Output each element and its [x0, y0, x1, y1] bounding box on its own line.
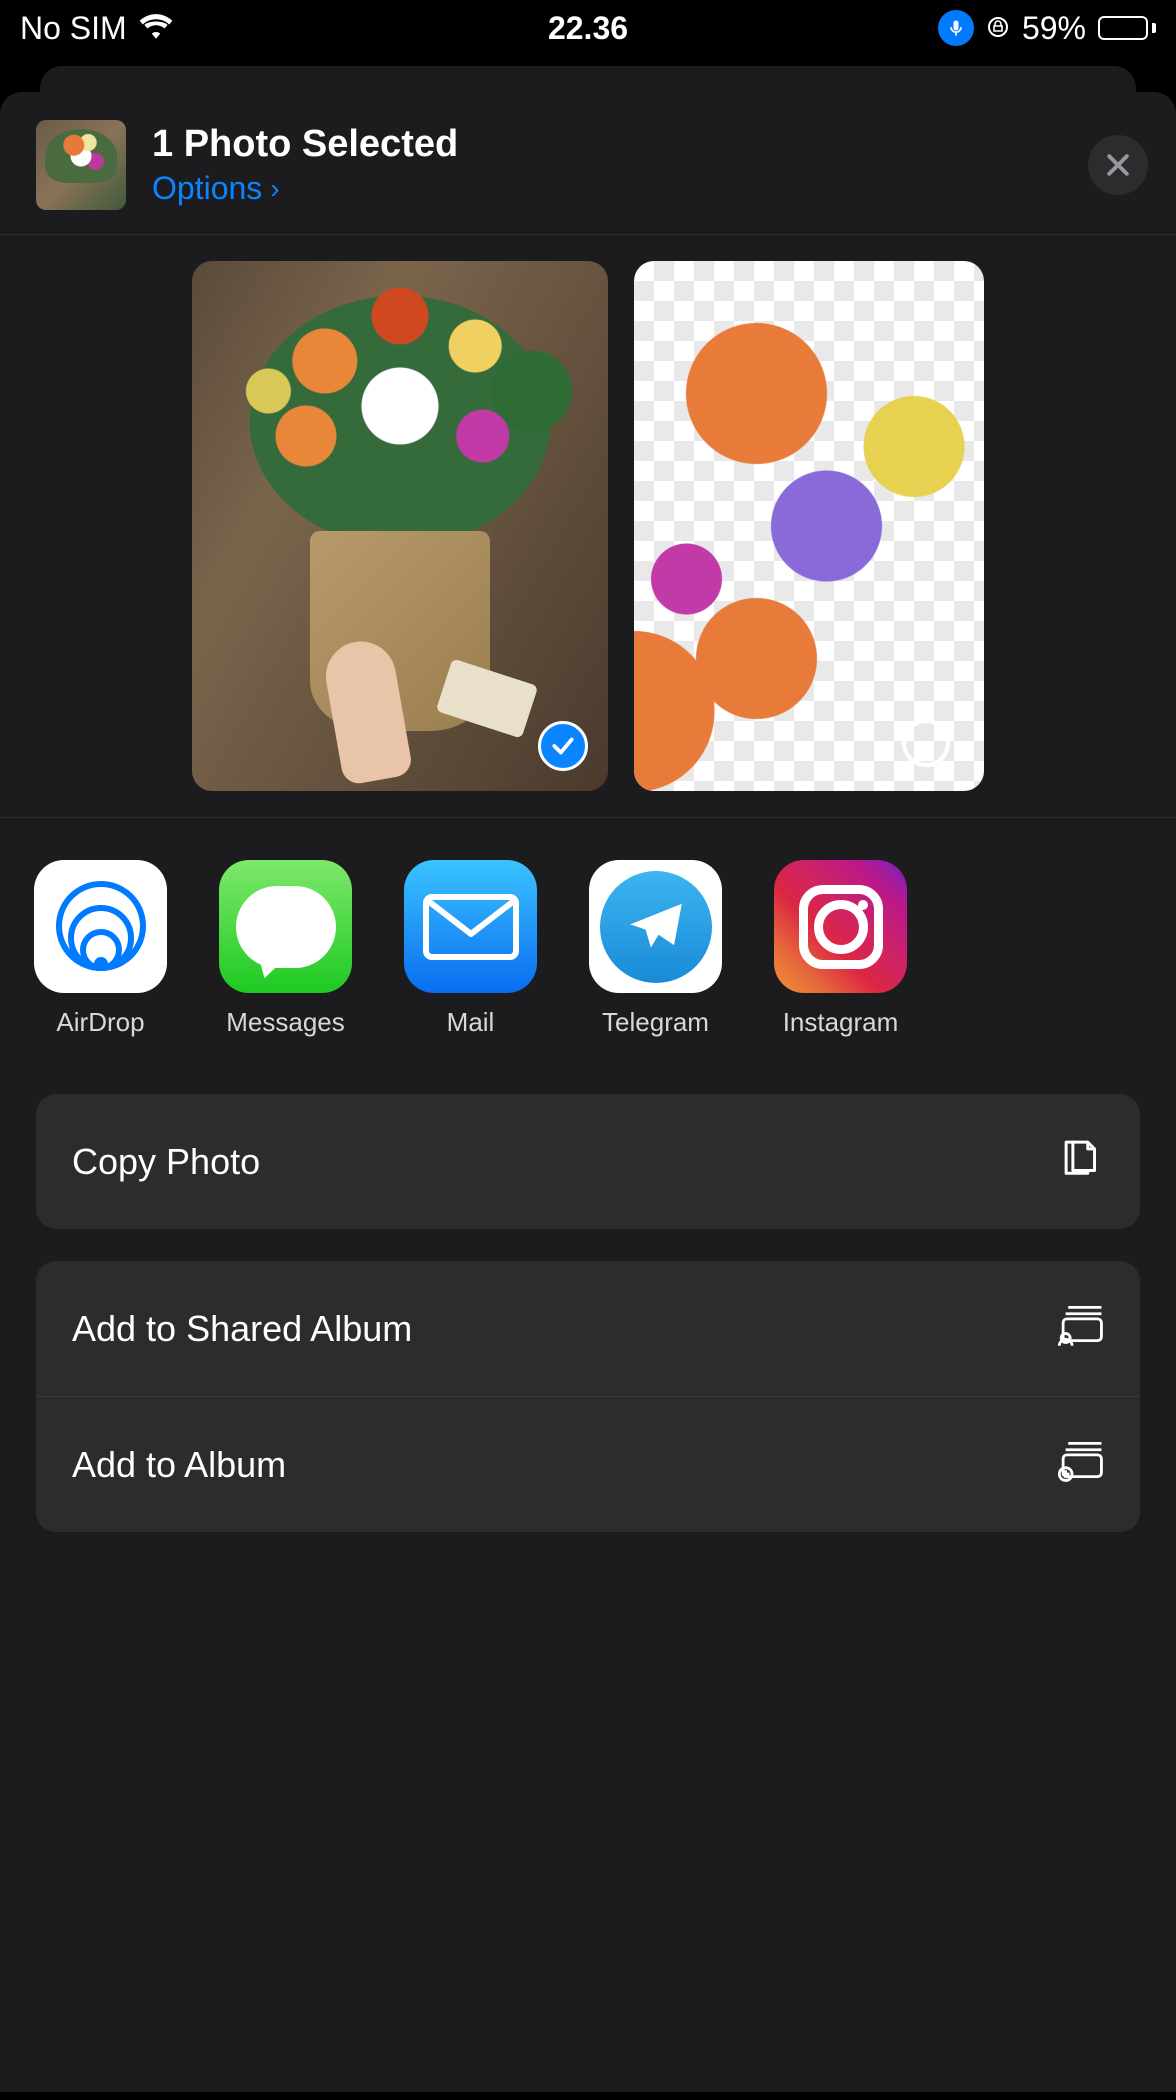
- options-label: Options: [152, 170, 262, 207]
- photo-strip[interactable]: [0, 235, 1176, 818]
- telegram-icon: [589, 860, 722, 993]
- action-label: Add to Album: [72, 1444, 286, 1486]
- action-label: Copy Photo: [72, 1141, 260, 1183]
- status-left: No SIM: [20, 10, 173, 47]
- photo-thumbnail-selected[interactable]: [192, 261, 608, 791]
- photo-thumbnail-unselected[interactable]: [634, 261, 984, 791]
- action-group-2: Add to Shared Album Add to Album: [36, 1261, 1140, 1532]
- app-label: Mail: [447, 1007, 495, 1038]
- close-button[interactable]: [1088, 135, 1148, 195]
- app-label: Telegram: [602, 1007, 709, 1038]
- wifi-icon: [139, 10, 173, 47]
- instagram-icon: [774, 860, 907, 993]
- orientation-lock-icon: [986, 10, 1010, 47]
- share-app-airdrop[interactable]: AirDrop: [34, 860, 167, 1038]
- action-group-1: Copy Photo: [36, 1094, 1140, 1229]
- status-right: 59%: [938, 10, 1156, 47]
- app-label: Messages: [226, 1007, 345, 1038]
- share-app-mail[interactable]: Mail: [404, 860, 537, 1038]
- airdrop-icon: [34, 860, 167, 993]
- app-label: Instagram: [783, 1007, 899, 1038]
- share-app-telegram[interactable]: Telegram: [589, 860, 722, 1038]
- close-icon: [1103, 150, 1133, 180]
- header-thumbnail: [36, 120, 126, 210]
- carrier-label: No SIM: [20, 10, 127, 47]
- app-row[interactable]: AirDrop Messages Mail Telegram: [0, 818, 1176, 1080]
- share-sheet: 1 Photo Selected Options ›: [0, 92, 1176, 2092]
- share-app-instagram[interactable]: Instagram: [774, 860, 907, 1038]
- action-add-shared-album[interactable]: Add to Shared Album: [36, 1261, 1140, 1397]
- messages-icon: [219, 860, 352, 993]
- shared-album-icon: [1058, 1301, 1104, 1356]
- status-bar: No SIM 22.36 59%: [0, 0, 1176, 56]
- header-title: 1 Photo Selected: [152, 123, 1062, 166]
- selected-checkmark-icon: [538, 721, 588, 771]
- header-text: 1 Photo Selected Options ›: [152, 123, 1062, 207]
- add-album-icon: [1058, 1437, 1104, 1492]
- action-add-album[interactable]: Add to Album: [36, 1397, 1140, 1532]
- action-copy-photo[interactable]: Copy Photo: [36, 1094, 1140, 1229]
- unselected-ring-icon: [902, 719, 950, 767]
- mic-recording-icon: [938, 10, 974, 46]
- action-label: Add to Shared Album: [72, 1308, 412, 1350]
- battery-percent: 59%: [1022, 10, 1086, 47]
- app-label: AirDrop: [56, 1007, 144, 1038]
- sheet-header: 1 Photo Selected Options ›: [0, 92, 1176, 235]
- options-button[interactable]: Options ›: [152, 170, 1062, 207]
- share-app-messages[interactable]: Messages: [219, 860, 352, 1038]
- battery-icon: [1098, 16, 1156, 40]
- chevron-right-icon: ›: [270, 173, 279, 205]
- mail-icon: [404, 860, 537, 993]
- copy-icon: [1058, 1134, 1104, 1189]
